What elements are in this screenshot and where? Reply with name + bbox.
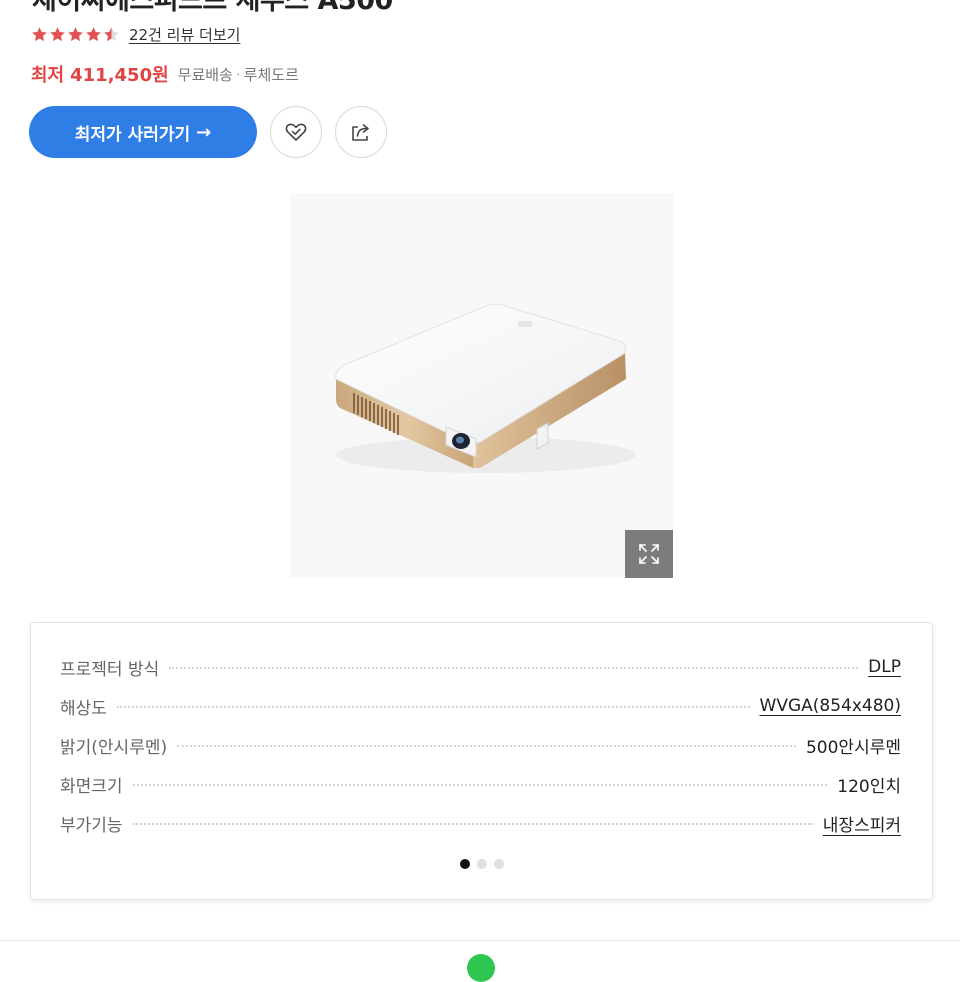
store-name[interactable]: 루체도르: [244, 66, 299, 84]
image-zoom-button[interactable]: [625, 530, 673, 578]
product-title: 제이씨에스피드프 세루스 A500: [32, 0, 393, 16]
spec-label: 밝기(안시루멘): [60, 737, 168, 758]
pager-dot-active[interactable]: [459, 859, 470, 869]
spec-row-extra-features: 부가기능 내장스피커: [60, 809, 901, 837]
spec-label: 해상도: [60, 698, 107, 719]
shipping-text: 무료배송: [177, 65, 233, 84]
star-icon: [68, 26, 83, 41]
rating-row: 22건 리뷰 더보기: [31, 22, 240, 46]
price-value: 411,450원: [70, 65, 169, 86]
price-label: 최저: [31, 65, 65, 86]
buy-button-label: 최저가 사러가기: [74, 124, 191, 145]
expand-icon: [639, 544, 659, 564]
spec-value: 500안시루멘: [805, 737, 901, 758]
separator-dot: ·: [235, 65, 241, 84]
projector-image: [335, 303, 636, 473]
dotted-leader: [177, 745, 796, 747]
spec-value: 120인치: [837, 776, 901, 797]
spec-value-link[interactable]: DLP: [868, 657, 901, 677]
wishlist-button[interactable]: [270, 106, 322, 158]
spec-label: 프로젝터 방식: [60, 659, 160, 680]
star-rating: [31, 26, 121, 43]
pager-dot[interactable]: [493, 859, 504, 869]
spec-row-brightness: 밝기(안시루멘) 500안시루멘: [60, 731, 901, 759]
share-button[interactable]: [335, 106, 387, 158]
spec-pager: [31, 859, 932, 869]
star-icon: [50, 26, 65, 41]
shipping-info: 무료배송 · 루체도르: [178, 64, 299, 85]
spec-summary-card: 프로젝터 방식 DLP 해상도 WVGA(854x480) 밝기(안시루멘) 5…: [30, 622, 933, 900]
dotted-leader: [169, 667, 859, 669]
spec-value-link[interactable]: 내장스피커: [823, 811, 901, 836]
share-icon: [352, 124, 369, 141]
spec-label: 화면크기: [60, 776, 123, 797]
buy-lowest-price-button[interactable]: 최저가 사러가기 →: [29, 106, 257, 158]
spec-value-link[interactable]: WVGA(854x480): [760, 696, 901, 716]
review-link[interactable]: 22건 리뷰 더보기: [129, 24, 240, 45]
floating-action-button[interactable]: [467, 954, 495, 982]
arrow-right-icon: →: [196, 121, 212, 143]
dotted-leader: [132, 784, 828, 786]
spec-row-resolution: 해상도 WVGA(854x480): [60, 692, 901, 720]
star-icon: [32, 26, 47, 41]
section-divider: [0, 940, 960, 941]
dotted-leader: [116, 706, 750, 708]
spec-row-screen-size: 화면크기 120인치: [60, 770, 901, 798]
half-star-icon: [104, 26, 119, 41]
price-row: 최저 411,450원 무료배송 · 루체도르: [31, 60, 299, 88]
dotted-leader: [132, 823, 813, 825]
pager-dot[interactable]: [476, 859, 487, 869]
star-icon: [86, 26, 101, 41]
heart-icon: [285, 123, 307, 141]
product-image[interactable]: [290, 193, 673, 578]
spec-row-projector-type: 프로젝터 방식 DLP: [60, 653, 901, 681]
spec-label: 부가기능: [60, 815, 123, 836]
